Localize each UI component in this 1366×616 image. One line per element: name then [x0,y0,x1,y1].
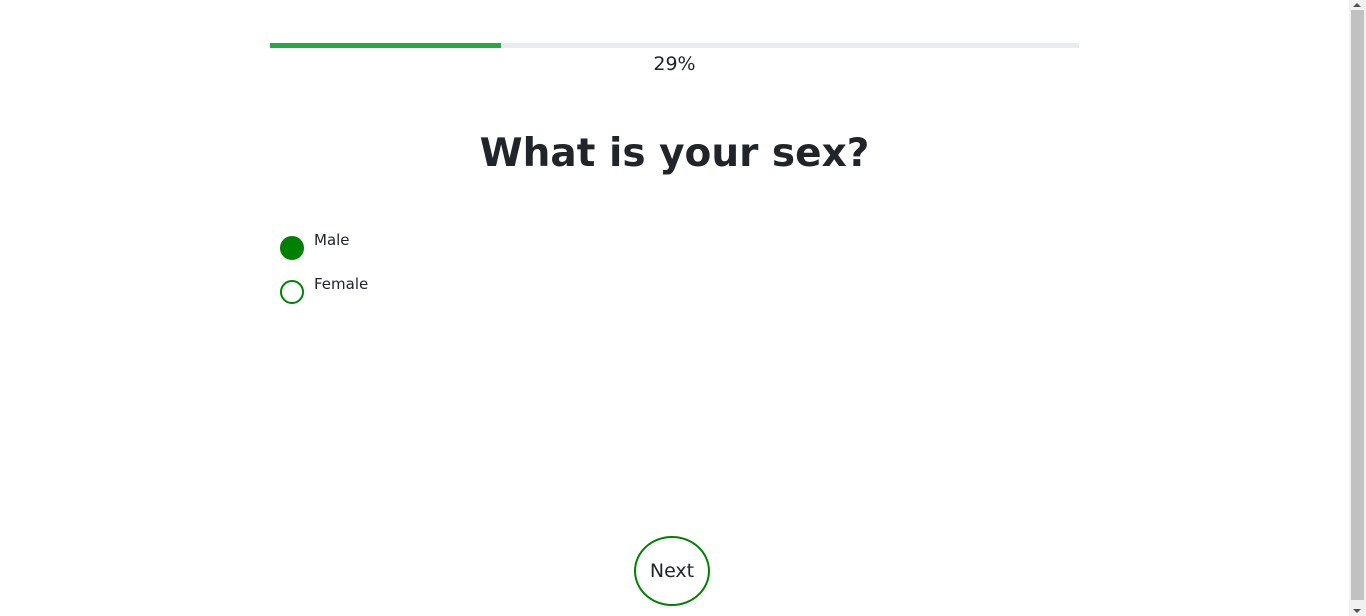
progress-bar [270,43,1079,48]
option-male-label[interactable]: Male [314,230,350,250]
radio-button-female[interactable] [280,280,304,304]
vertical-scrollbar[interactable] [1349,0,1366,616]
option-male[interactable]: Male [280,231,350,261]
progress-percentage: 29% [653,53,696,75]
option-female-label[interactable]: Female [314,274,368,294]
survey-page: 29% What is your sex? Male Female Next [0,0,1366,616]
question-title: What is your sex? [479,131,870,176]
next-button[interactable]: Next [634,536,710,606]
scrollbar-thumb[interactable] [1351,10,1364,600]
progress-bar-fill [270,43,501,48]
option-female[interactable]: Female [280,275,368,305]
scroll-down-arrow-icon[interactable] [1353,609,1361,613]
scroll-up-arrow-icon[interactable] [1353,3,1361,7]
radio-button-male[interactable] [280,236,304,260]
